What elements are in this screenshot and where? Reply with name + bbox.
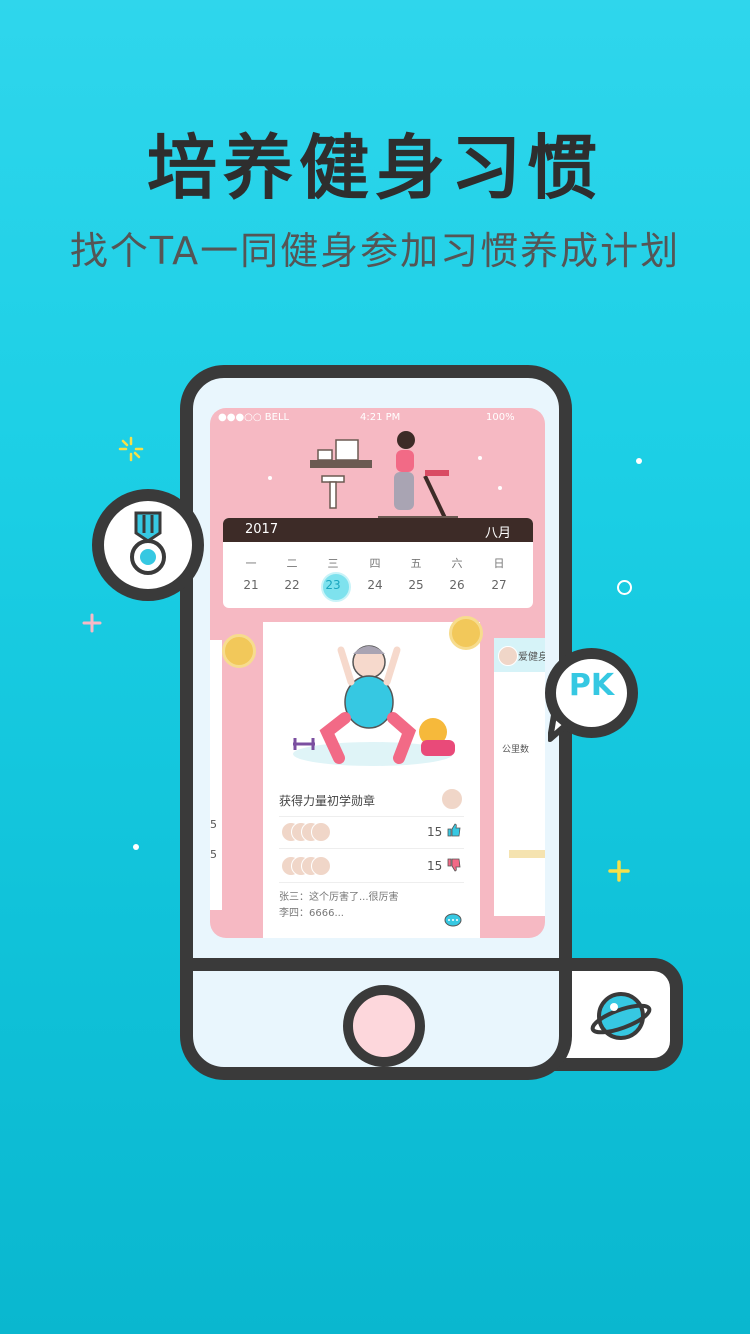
medal-icon [130,511,166,575]
plus-icon [82,613,102,633]
dot [636,458,642,464]
dot [133,844,139,850]
pk-bubble-tail [548,715,568,742]
calendar-day[interactable]: 22 [272,578,312,592]
progress-bar [509,850,545,858]
calendar-day[interactable]: 25 [396,578,436,592]
week-calendar: 2017 八月 一 二 三 四 五 六 日 21 22 23 24 25 26 … [223,518,533,608]
planet-icon [590,992,652,1040]
status-time: 4:21 PM [360,412,401,423]
treadmill-illustration [268,431,502,520]
calendar-day[interactable]: 26 [437,578,477,592]
comment-line: 李四：6666... [279,908,344,919]
weekday-label: 四 [369,557,381,570]
comment-icon[interactable] [443,912,463,930]
badge-icon [222,634,256,668]
avatar[interactable] [498,646,518,666]
weekday-label: 日 [493,557,505,570]
feed-card-next[interactable]: 爱健身 公里数 [494,638,545,916]
card-title: 获得力量初学勋章 [279,794,376,808]
calendar-day[interactable]: 24 [355,578,395,592]
calendar-month: 八月 [485,526,512,541]
calendar-day[interactable]: 27 [479,578,519,592]
card-header-title: 爱健身 [518,652,545,663]
sparkle-icon [118,436,144,462]
headline: 培养健身习惯 [147,127,603,209]
weekday-label: 一 [245,557,257,570]
ring-dot [617,580,632,595]
calendar-header: 2017 八月 [223,518,533,542]
status-bar: ●●●○○ BELL 4:21 PM 100% [210,408,545,428]
distance-label: 公里数 [502,745,530,755]
badge-icon [449,616,483,650]
avatar[interactable] [441,788,463,810]
divider [279,816,464,817]
dislike-count: 5 [210,848,217,861]
home-button[interactable] [343,985,425,1067]
like-icon[interactable] [447,823,461,837]
weekday-label: 五 [410,557,422,570]
weekday-label: 六 [451,557,463,570]
divider [279,848,464,849]
battery-label: 100% [486,412,515,423]
feed-card-prev[interactable]: 5 5 [210,640,222,910]
carrier-label: ●●●○○ BELL [218,412,290,423]
plus-icon [608,860,630,882]
feed-card[interactable]: 获得力量初学勋章 15 15 张三：这个厉害了...很厉害 李四：6666... [263,616,483,938]
squat-illustration [293,645,455,766]
app-screen: ●●●○○ BELL 4:21 PM 100% 2017 八月 一 二 三 四 … [210,408,545,938]
weekday-label: 三 [327,557,339,570]
avatar[interactable] [311,822,331,842]
comment-line: 张三：这个厉害了...很厉害 [279,892,399,903]
dislike-count: 15 [427,859,443,873]
like-count: 5 [210,818,217,831]
weekday-label: 二 [286,557,298,570]
phone-divider [180,958,572,971]
calendar-day[interactable]: 21 [231,578,271,592]
pk-label: PK [568,668,615,703]
like-count: 15 [427,825,443,839]
divider [279,882,464,883]
calendar-year: 2017 [245,522,279,537]
avatar[interactable] [311,856,331,876]
subheadline: 找个TA一同健身参加习惯养成计划 [69,229,681,273]
calendar-day-selected[interactable]: 23 [313,578,353,592]
dislike-icon[interactable] [447,858,461,872]
